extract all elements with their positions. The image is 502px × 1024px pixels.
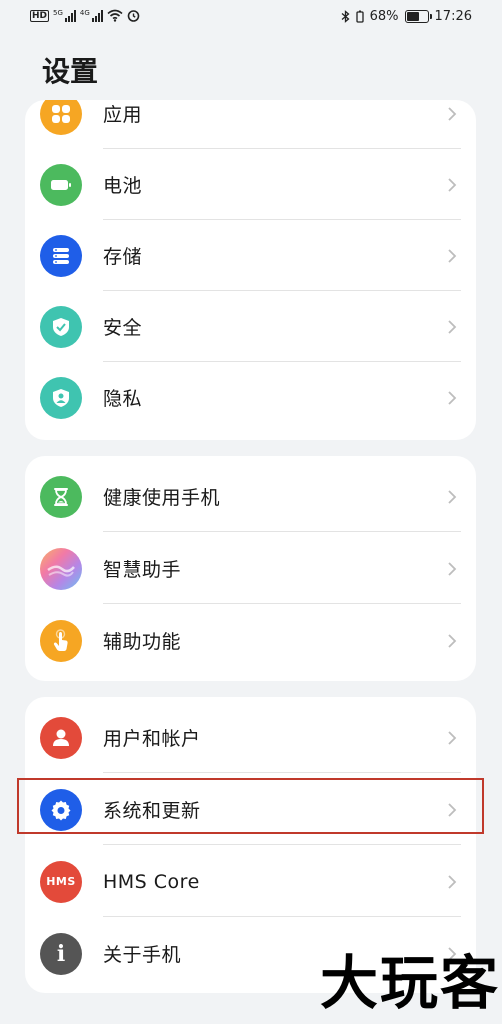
battery-saver-icon xyxy=(355,10,364,23)
bluetooth-icon xyxy=(341,10,350,23)
info-icon-text: i xyxy=(56,940,66,967)
settings-item-accessibility[interactable]: 辅助功能 xyxy=(25,605,476,676)
divider xyxy=(103,531,461,532)
battery-icon xyxy=(40,163,82,206)
highlight-box xyxy=(17,778,484,834)
divider xyxy=(103,772,461,773)
divider xyxy=(103,844,461,845)
hms-icon-text: HMS xyxy=(46,875,76,888)
settings-item-label: 隐私 xyxy=(103,388,143,410)
settings-item-security[interactable]: 安全 xyxy=(25,291,476,362)
settings-item-battery[interactable]: 电池 xyxy=(25,149,476,220)
signal-icon: 5G xyxy=(53,8,76,22)
hourglass-icon xyxy=(40,475,82,518)
settings-item-label: 关于手机 xyxy=(103,944,182,966)
settings-item-apps[interactable]: 应用 xyxy=(25,100,476,149)
settings-item-privacy[interactable]: 隐私 xyxy=(25,362,476,433)
hd-badge: HD xyxy=(30,9,50,22)
divider xyxy=(103,916,461,917)
info-icon: i xyxy=(40,932,82,975)
settings-item-hms-core[interactable]: HMS HMS Core xyxy=(25,846,476,917)
settings-item-label: HMS Core xyxy=(103,870,200,893)
chevron-right-icon xyxy=(448,319,457,334)
battery-fill xyxy=(406,12,419,21)
status-time: 17:26 xyxy=(434,9,472,24)
hand-tap-icon xyxy=(40,619,82,662)
battery-icon xyxy=(404,10,432,23)
assistant-orb-icon xyxy=(40,547,82,590)
settings-item-label: 电池 xyxy=(103,175,143,197)
status-left: HD 5G 4G xyxy=(30,9,140,22)
page-title: 设置 xyxy=(42,55,99,88)
divider xyxy=(103,603,461,604)
settings-item-label: 用户和帐户 xyxy=(103,728,201,750)
shield-check-icon xyxy=(40,305,82,348)
settings-item-label: 健康使用手机 xyxy=(103,487,221,509)
status-bar: HD 5G 4G 68% 17:26 xyxy=(0,0,502,34)
alarm-icon xyxy=(127,10,140,22)
storage-icon xyxy=(40,234,82,277)
hms-icon: HMS xyxy=(40,860,82,903)
settings-item-label: 智慧助手 xyxy=(103,559,182,581)
settings-item-assistant[interactable]: 智慧助手 xyxy=(25,533,476,604)
settings-item-label: 存储 xyxy=(103,246,143,268)
status-right: 68% 17:26 xyxy=(341,9,472,24)
wifi-icon xyxy=(107,9,123,22)
chevron-right-icon xyxy=(448,874,457,889)
apps-icon xyxy=(40,100,82,135)
chevron-right-icon xyxy=(448,561,457,576)
settings-group-1: 应用 电池 存储 安全 隐私 xyxy=(25,100,476,440)
chevron-right-icon xyxy=(448,489,457,504)
settings-item-label: 应用 xyxy=(103,104,143,126)
battery-percent: 68% xyxy=(369,9,399,24)
chevron-right-icon xyxy=(448,177,457,192)
network-type-label-2: 4G xyxy=(79,8,90,17)
privacy-shield-icon xyxy=(40,376,82,419)
settings-item-users-accounts[interactable]: 用户和帐户 xyxy=(25,702,476,773)
settings-item-label: 辅助功能 xyxy=(103,631,182,653)
settings-item-storage[interactable]: 存储 xyxy=(25,220,476,291)
watermark: 大玩客 xyxy=(319,949,500,1017)
user-icon xyxy=(40,716,82,759)
signal-icon-2: 4G xyxy=(79,8,103,22)
chevron-right-icon xyxy=(448,730,457,745)
network-type-label: 5G xyxy=(53,8,63,17)
chevron-right-icon xyxy=(448,248,457,263)
chevron-right-icon xyxy=(448,390,457,405)
settings-item-digital-balance[interactable]: 健康使用手机 xyxy=(25,461,476,532)
settings-group-2: 健康使用手机 智慧助手 辅助功能 xyxy=(25,456,476,681)
settings-item-label: 安全 xyxy=(103,317,143,339)
chevron-right-icon xyxy=(448,106,457,121)
chevron-right-icon xyxy=(448,633,457,648)
